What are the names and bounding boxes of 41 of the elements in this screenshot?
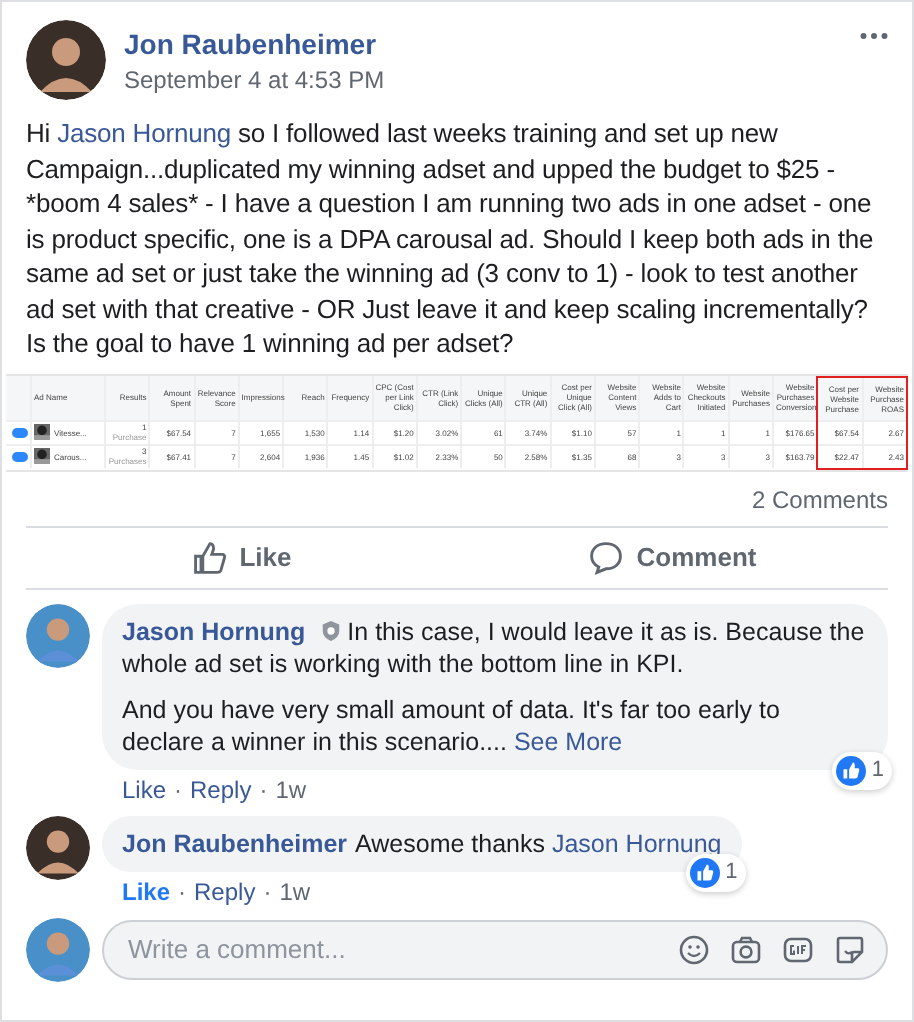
comment-text: Jon Raubenheimer Awesome thanks Jason Hornung — [122, 827, 722, 859]
see-more-link[interactable]: See More — [513, 727, 623, 755]
reply-link[interactable]: Reply — [190, 775, 252, 803]
post-text: Hi Jason Hornung so I followed last weeks training and set up new Campaign...duplicated my winning adset and upped the budget to $25 - *boom 4 sales* - I have a question I am running two ads in one adset - one is product specific, one is a DPA carousal ad. Should I keep both ads in the same ad set or just take the winning ad (3 conv to 1) - look to test another ad set with that creative - OR Just leave it and keep scaling incrementally? Is the goal to have 1 winning ad per adset? — [26, 116, 876, 361]
toggle-switch[interactable] — [12, 451, 28, 462]
author-name[interactable]: Jon Raubenheimer — [124, 27, 842, 59]
commenter-name[interactable]: Jon Raubenheimer — [122, 829, 348, 857]
mention-link[interactable]: Jason Hornung — [57, 118, 231, 148]
reply-link[interactable]: Reply — [194, 877, 256, 905]
thumbs-up-icon — [689, 857, 720, 887]
comment-text: Jason Hornung In this case, I would leave it as is. Because the whole ad set is working with the bottom line in KPI. — [122, 615, 867, 679]
avatar[interactable] — [26, 815, 90, 879]
more-options-icon[interactable] — [860, 32, 888, 40]
comment-text: And you have very small amount of data. It's far too early to declare a winner in this scenario.... See More — [122, 693, 782, 757]
separator-dot: · — [263, 877, 272, 905]
reaction-count[interactable]: 1 — [831, 751, 892, 789]
like-button[interactable]: Like — [26, 531, 457, 583]
separator-dot: · — [178, 877, 187, 905]
separator-dot: · — [259, 775, 268, 803]
avatar[interactable] — [26, 20, 106, 100]
thumbs-up-icon — [191, 539, 228, 575]
speech-bubble-icon — [588, 539, 625, 575]
comment-button[interactable]: Comment — [457, 531, 888, 583]
mention-link[interactable]: Jason Hornung — [551, 829, 722, 857]
gif-icon[interactable] — [782, 933, 814, 965]
comment-age: 1w — [275, 775, 307, 803]
comment-count[interactable]: 2 Comments — [751, 485, 888, 513]
emoji-icon[interactable] — [678, 933, 710, 965]
separator-dot: · — [174, 775, 183, 803]
reaction-count[interactable]: 1 — [685, 853, 746, 891]
comment-input-field[interactable]: Write a comment... — [124, 932, 658, 966]
like-link[interactable]: Like — [122, 877, 171, 905]
sticker-icon[interactable] — [834, 933, 866, 965]
comment-composer[interactable]: Write a comment... — [102, 919, 888, 979]
commenter-name[interactable]: Jason Hornung — [122, 617, 306, 645]
like-link[interactable]: Like — [122, 775, 167, 803]
toggle-switch[interactable] — [12, 427, 28, 438]
comment-age: 1w — [279, 877, 311, 905]
thumbs-up-icon — [835, 755, 866, 785]
camera-icon[interactable] — [730, 933, 762, 965]
post-time[interactable]: September 4 at 4:53 PM — [124, 65, 842, 93]
